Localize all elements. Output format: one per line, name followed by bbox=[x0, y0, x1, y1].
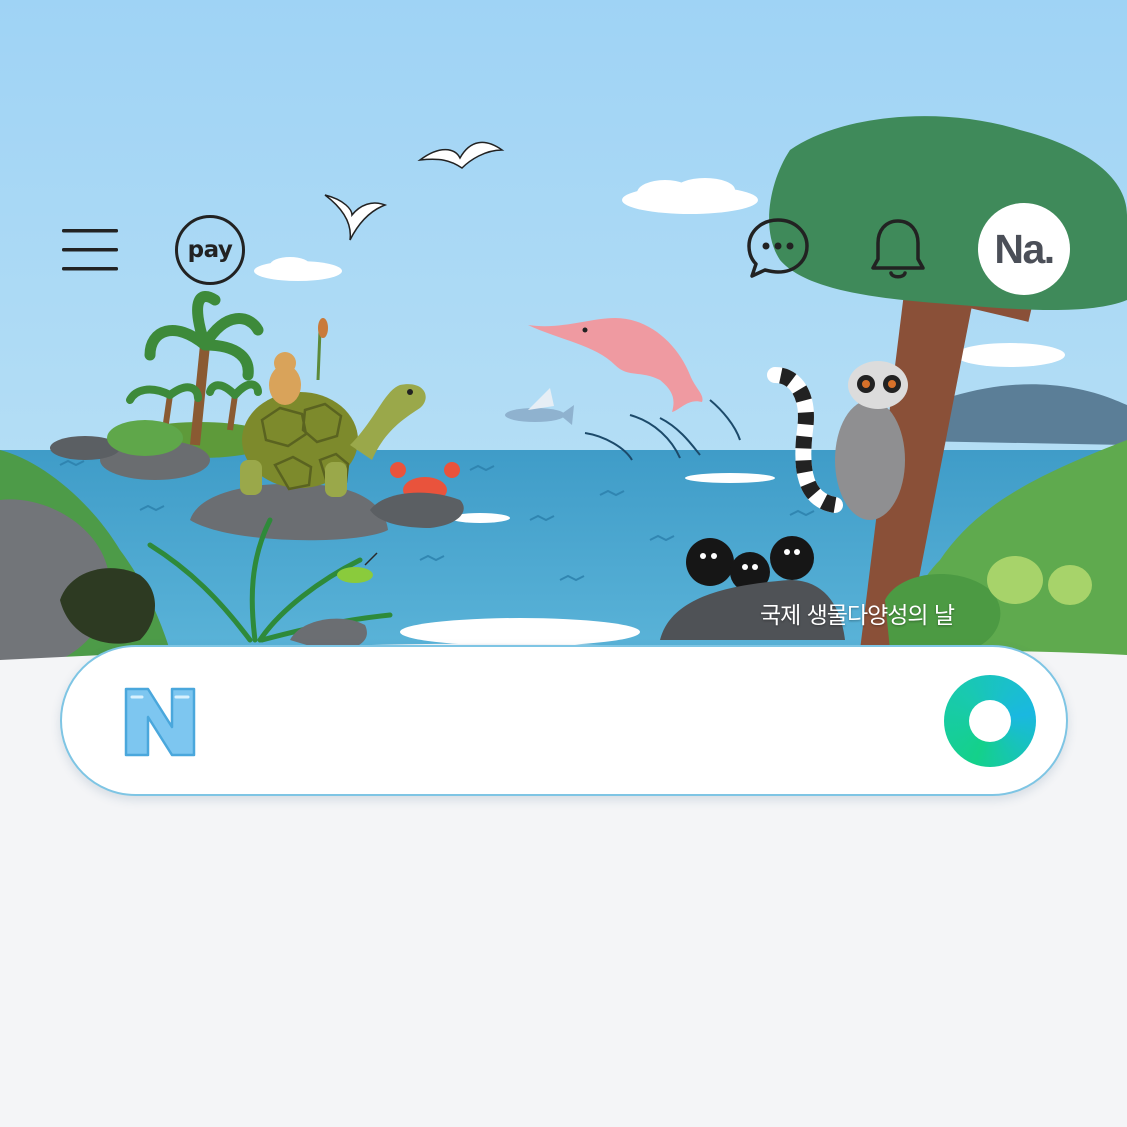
greendot-icon bbox=[969, 700, 1011, 742]
search-input[interactable] bbox=[232, 687, 916, 759]
notification-button[interactable] bbox=[862, 212, 934, 284]
pay-icon: pay bbox=[175, 215, 245, 285]
hamburger-menu-icon bbox=[62, 229, 118, 271]
chat-bubble-icon bbox=[747, 218, 809, 278]
profile-button[interactable]: Na. bbox=[978, 203, 1070, 295]
menu-button[interactable] bbox=[52, 212, 128, 288]
greendot-button[interactable] bbox=[944, 675, 1036, 767]
bell-icon bbox=[871, 219, 925, 279]
pay-label: pay bbox=[187, 237, 233, 263]
talk-button[interactable] bbox=[742, 212, 814, 284]
naver-logo-letter: N bbox=[120, 685, 121, 686]
search-box[interactable]: N bbox=[60, 645, 1068, 796]
pay-button[interactable]: pay bbox=[170, 210, 250, 290]
fruit-2 bbox=[1048, 565, 1092, 605]
banner-caption[interactable]: 국제 생물다양성의 날 bbox=[760, 596, 955, 630]
fruit bbox=[987, 556, 1043, 604]
doodle-banner[interactable]: 국제 생물다양성의 날 bbox=[0, 0, 1127, 690]
naver-n-logo: N bbox=[120, 685, 196, 757]
profile-label: Na. bbox=[994, 225, 1055, 272]
banner-illustration bbox=[0, 0, 1127, 690]
